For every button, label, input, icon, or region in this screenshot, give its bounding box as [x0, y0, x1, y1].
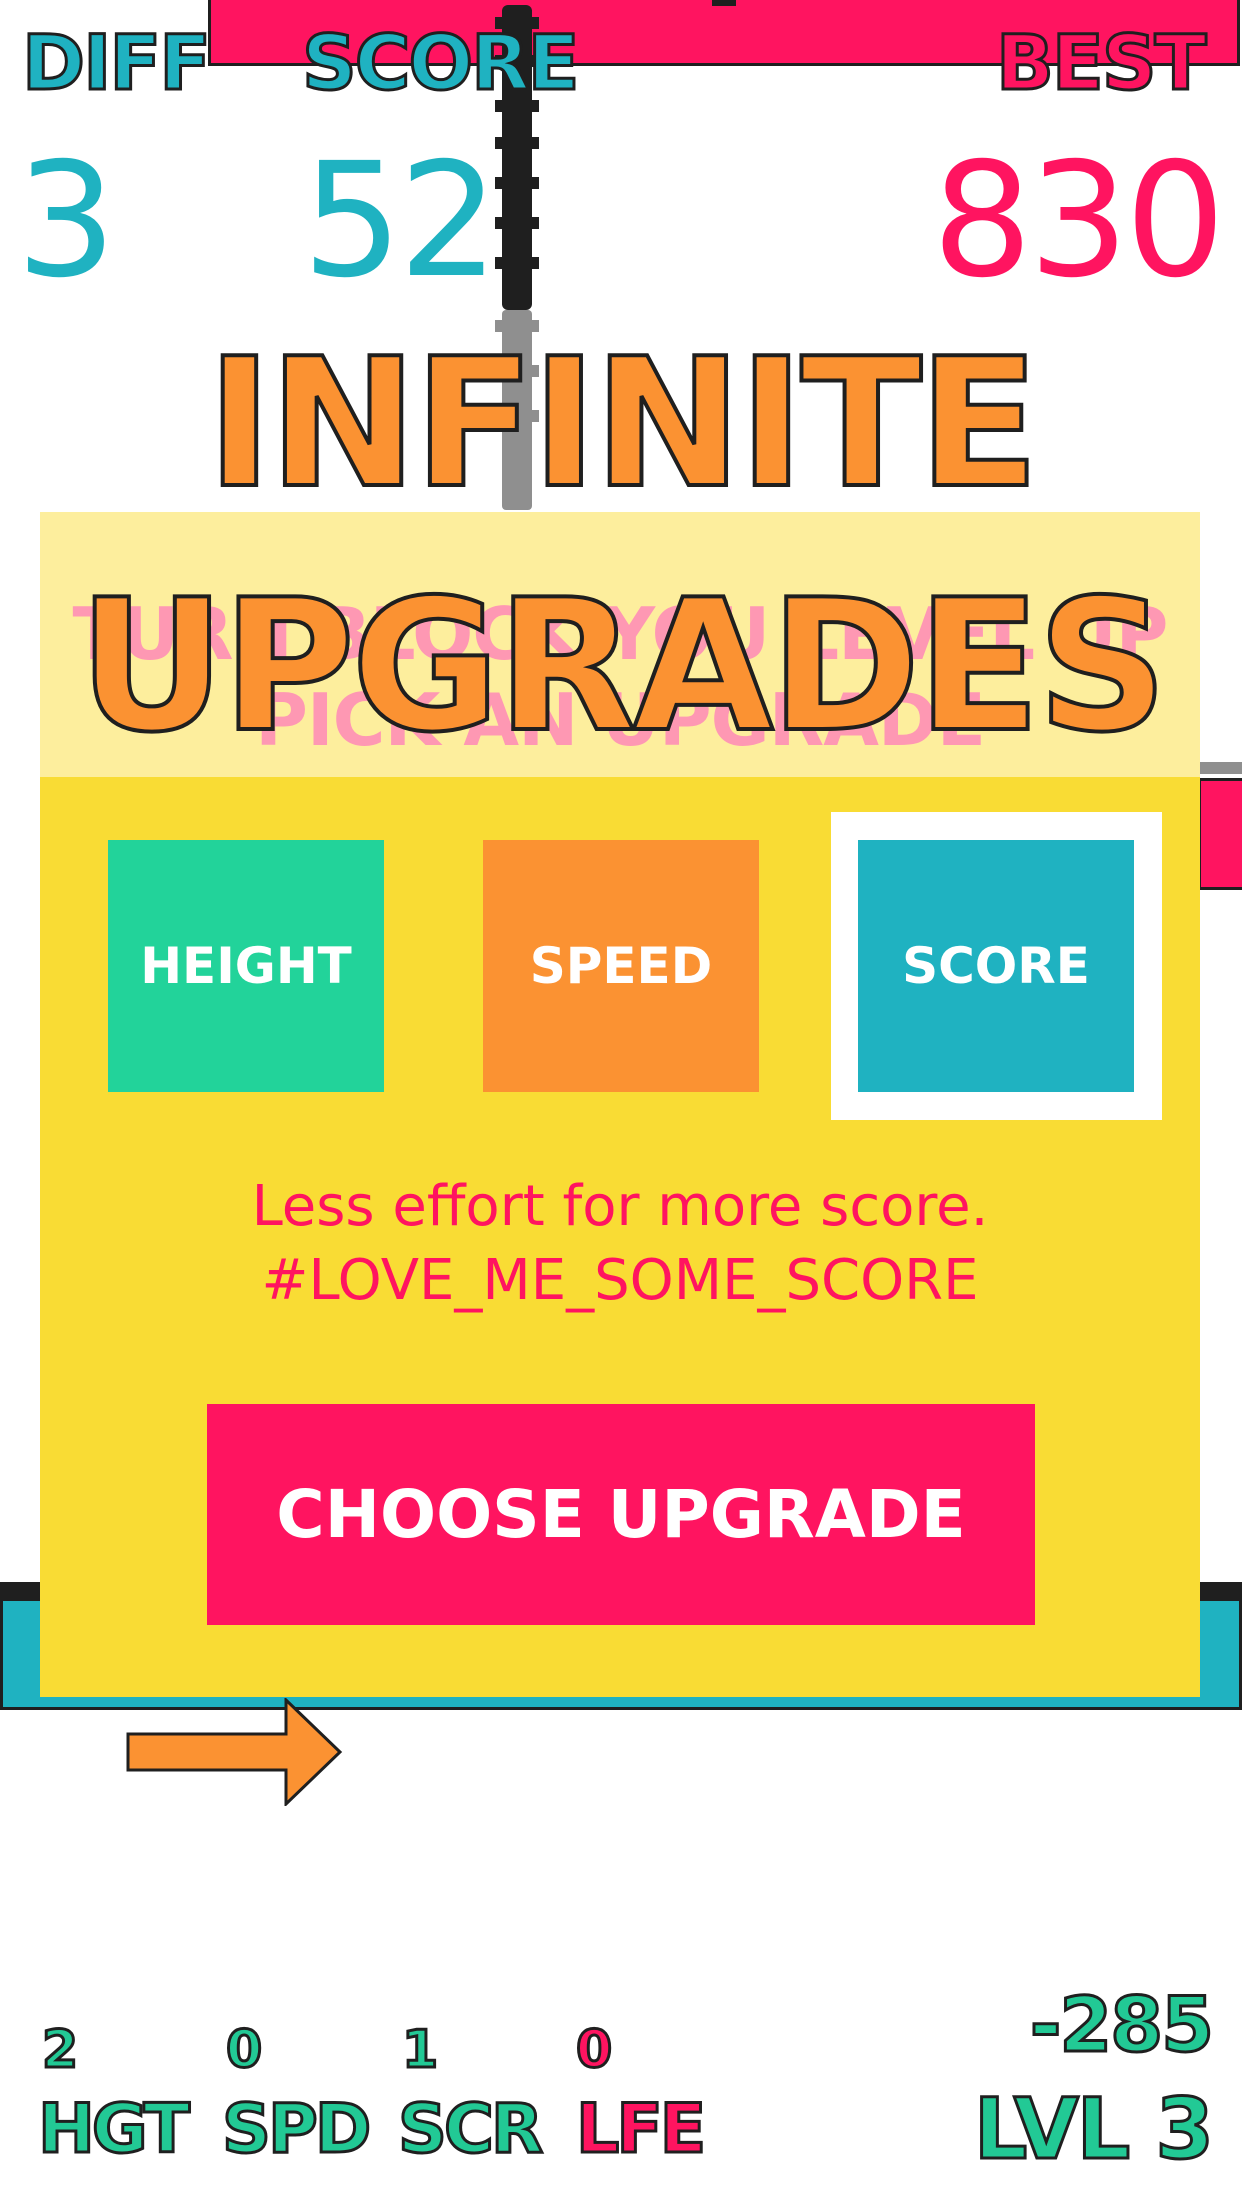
- top-platform-notch: [712, 0, 736, 6]
- pole-notch: [495, 137, 539, 149]
- best-value: 830: [932, 129, 1226, 313]
- stat-score-label: SCR: [396, 2089, 544, 2171]
- upgrade-score-button[interactable]: SCORE: [858, 840, 1134, 1092]
- stat-height-value: 2: [40, 2019, 79, 2082]
- upgrade-height-button[interactable]: HEIGHT: [108, 840, 384, 1092]
- stat-life-value: 0: [574, 2019, 613, 2082]
- diff-label: DIFF: [20, 17, 212, 109]
- score-label: SCORE: [301, 17, 582, 109]
- best-label: BEST: [994, 17, 1207, 109]
- stat-life-label: LFE: [574, 2089, 707, 2171]
- pole-notch: [495, 177, 539, 189]
- choose-upgrade-label: CHOOSE UPGRADE: [276, 1476, 966, 1553]
- description-line2: #LOVE_ME_SOME_SCORE: [261, 1248, 979, 1313]
- stat-speed-value: 0: [224, 2019, 263, 2082]
- stat-score-value: 1: [400, 2019, 439, 2082]
- description-line1: Less effort for more score.: [251, 1174, 989, 1239]
- stat-height-label: HGT: [37, 2089, 192, 2171]
- title-infinite: INFINITE: [204, 318, 1041, 529]
- level-indicator: LVL 3: [972, 2079, 1215, 2180]
- choose-upgrade-button[interactable]: CHOOSE UPGRADE: [207, 1404, 1035, 1625]
- upgrade-speed-label: SPEED: [529, 937, 713, 995]
- pole-notch: [495, 257, 539, 269]
- side-block: [1198, 778, 1242, 890]
- title-upgrades: UPGRADES: [76, 558, 1170, 774]
- height-offset: -285: [1028, 1979, 1215, 2071]
- upgrade-score-label: SCORE: [902, 937, 1090, 995]
- right-arrow-icon[interactable]: [126, 1696, 344, 1810]
- diff-value: 3: [16, 129, 117, 313]
- upgrade-speed-button[interactable]: SPEED: [483, 840, 759, 1092]
- stat-speed-label: SPD: [220, 2089, 372, 2171]
- upgrade-height-label: HEIGHT: [140, 937, 352, 995]
- pole-notch: [495, 217, 539, 229]
- upgrade-description: Less effort for more score. #LOVE_ME_SOM…: [40, 1170, 1200, 1318]
- score-value: 52: [302, 129, 499, 313]
